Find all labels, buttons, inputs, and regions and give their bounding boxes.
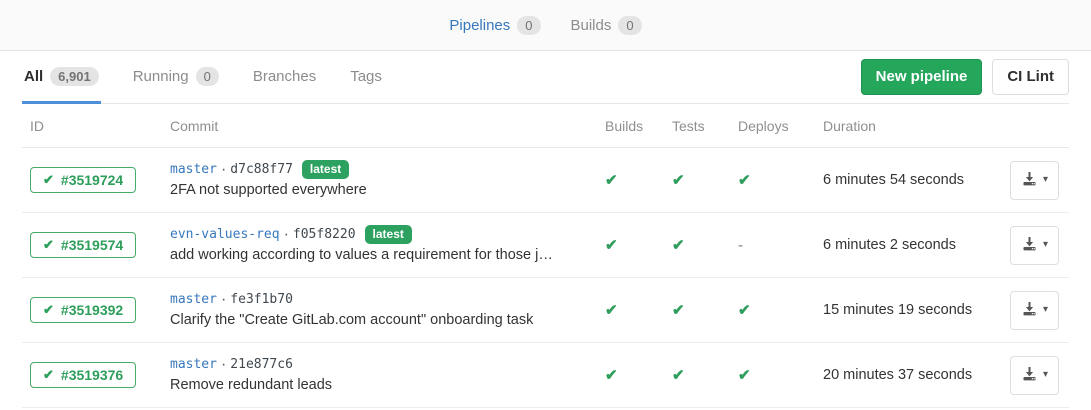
deploys-status[interactable]: ✔ — [738, 302, 751, 319]
builds-status[interactable]: ✔ — [605, 172, 618, 189]
duration-value: 6 minutes 54 seconds — [823, 172, 964, 188]
filter-tabs: All 6,901 Running 0 Branches Tags — [22, 51, 414, 103]
tab-tags[interactable]: Tags — [348, 51, 384, 104]
pipelines-count-badge: 0 — [517, 16, 540, 35]
new-pipeline-button[interactable]: New pipeline — [861, 59, 983, 95]
pipelines-table: ID Commit Builds Tests Deploys Duration … — [22, 104, 1069, 408]
download-icon — [1021, 171, 1038, 190]
pipelines-table-header: ID Commit Builds Tests Deploys Duration — [22, 104, 1069, 148]
artifacts-download-button[interactable]: ▾ — [1010, 291, 1059, 330]
pipeline-id: #3519724 — [61, 172, 123, 188]
header-actions — [998, 104, 1069, 147]
tab-tags-label: Tags — [350, 68, 382, 85]
tests-status[interactable]: ✔ — [672, 367, 685, 384]
duration-value: 6 minutes 2 seconds — [823, 237, 956, 253]
pipeline-status-badge[interactable]: ✔ #3519376 — [30, 362, 136, 388]
commit-message-link[interactable]: Remove redundant leads — [170, 375, 585, 396]
branch-link[interactable]: master — [170, 354, 217, 375]
passed-check-icon: ✔ — [43, 302, 54, 318]
commit-sha-link[interactable]: 21e877c6 — [230, 354, 293, 375]
download-icon — [1021, 236, 1038, 255]
passed-check-icon: ✔ — [43, 237, 54, 253]
tab-running[interactable]: Running 0 — [131, 51, 221, 104]
duration-value: 15 minutes 19 seconds — [823, 302, 972, 318]
latest-badge: latest — [302, 160, 349, 179]
download-icon — [1021, 301, 1038, 320]
commit-sha-link[interactable]: f05f8220 — [293, 224, 356, 245]
pipeline-row: ✔ #3519574 evn-values-req · f05f8220 lat… — [22, 213, 1069, 278]
tab-all[interactable]: All 6,901 — [22, 51, 101, 104]
pipeline-row: ✔ #3519392 master · fe3f1b70 Clarify the… — [22, 278, 1069, 343]
pipeline-status-badge[interactable]: ✔ #3519574 — [30, 232, 136, 258]
deploys-status[interactable]: ✔ — [738, 172, 751, 189]
top-nav-builds[interactable]: Builds 0 — [571, 16, 642, 35]
commit-message-link[interactable]: 2FA not supported everywhere — [170, 180, 585, 201]
artifacts-download-button[interactable]: ▾ — [1010, 161, 1059, 200]
branch-link[interactable]: evn-values-req — [170, 224, 280, 245]
builds-status[interactable]: ✔ — [605, 367, 618, 384]
pipeline-row: ✔ #3519376 master · 21e877c6 Remove redu… — [22, 343, 1069, 408]
branch-link[interactable]: master — [170, 289, 217, 310]
builds-status[interactable]: ✔ — [605, 237, 618, 254]
commit-message-link[interactable]: add working according to values a requir… — [170, 245, 585, 266]
artifacts-download-button[interactable]: ▾ — [1010, 356, 1059, 395]
tests-status[interactable]: ✔ — [672, 237, 685, 254]
pipeline-actions: New pipeline CI Lint — [861, 51, 1069, 103]
header-id: ID — [22, 104, 170, 147]
download-icon — [1021, 366, 1038, 385]
pipeline-status-badge[interactable]: ✔ #3519392 — [30, 297, 136, 323]
latest-badge: latest — [365, 225, 412, 244]
builds-count-badge: 0 — [618, 16, 641, 35]
header-duration: Duration — [813, 104, 998, 147]
header-commit: Commit — [170, 104, 595, 147]
commit-separator: · — [221, 159, 226, 180]
header-tests: Tests — [662, 104, 728, 147]
header-deploys: Deploys — [728, 104, 813, 147]
passed-check-icon: ✔ — [43, 367, 54, 383]
tab-all-label: All — [24, 68, 43, 85]
duration-value: 20 minutes 37 seconds — [823, 367, 972, 383]
deploys-status[interactable]: - — [738, 237, 743, 254]
pipeline-id: #3519392 — [61, 302, 123, 318]
branch-link[interactable]: master — [170, 159, 217, 180]
tab-branches[interactable]: Branches — [251, 51, 318, 104]
commit-separator: · — [284, 224, 289, 245]
caret-down-icon: ▾ — [1043, 305, 1048, 315]
pipelines-table-body: ✔ #3519724 master · d7c88f77 latest 2FA … — [22, 148, 1069, 408]
caret-down-icon: ▾ — [1043, 175, 1048, 185]
commit-sha-link[interactable]: fe3f1b70 — [230, 289, 293, 310]
ci-lint-button[interactable]: CI Lint — [992, 59, 1069, 95]
commit-sha-link[interactable]: d7c88f77 — [230, 159, 293, 180]
deploys-status[interactable]: ✔ — [738, 367, 751, 384]
caret-down-icon: ▾ — [1043, 240, 1048, 250]
artifacts-download-button[interactable]: ▾ — [1010, 226, 1059, 265]
caret-down-icon: ▾ — [1043, 370, 1048, 380]
commit-message-link[interactable]: Clarify the "Create GitLab.com account" … — [170, 310, 585, 331]
header-builds: Builds — [595, 104, 662, 147]
pipeline-id: #3519376 — [61, 367, 123, 383]
commit-separator: · — [221, 289, 226, 310]
pipelines-page: All 6,901 Running 0 Branches Tags New pi… — [0, 51, 1091, 408]
pipeline-status-badge[interactable]: ✔ #3519724 — [30, 167, 136, 193]
tab-all-count-badge: 6,901 — [50, 67, 99, 86]
top-nav-pipelines[interactable]: Pipelines 0 — [449, 16, 540, 35]
tab-branches-label: Branches — [253, 68, 316, 85]
tests-status[interactable]: ✔ — [672, 172, 685, 189]
tab-running-count-badge: 0 — [196, 67, 219, 86]
top-nav: Pipelines 0 Builds 0 — [0, 0, 1091, 51]
pipeline-row: ✔ #3519724 master · d7c88f77 latest 2FA … — [22, 148, 1069, 213]
tab-running-label: Running — [133, 68, 189, 85]
passed-check-icon: ✔ — [43, 172, 54, 188]
top-nav-builds-label: Builds — [571, 17, 612, 34]
tests-status[interactable]: ✔ — [672, 302, 685, 319]
commit-separator: · — [221, 354, 226, 375]
top-nav-pipelines-label: Pipelines — [449, 17, 510, 34]
builds-status[interactable]: ✔ — [605, 302, 618, 319]
pipeline-id: #3519574 — [61, 237, 123, 253]
filter-tabs-row: All 6,901 Running 0 Branches Tags New pi… — [22, 51, 1069, 104]
